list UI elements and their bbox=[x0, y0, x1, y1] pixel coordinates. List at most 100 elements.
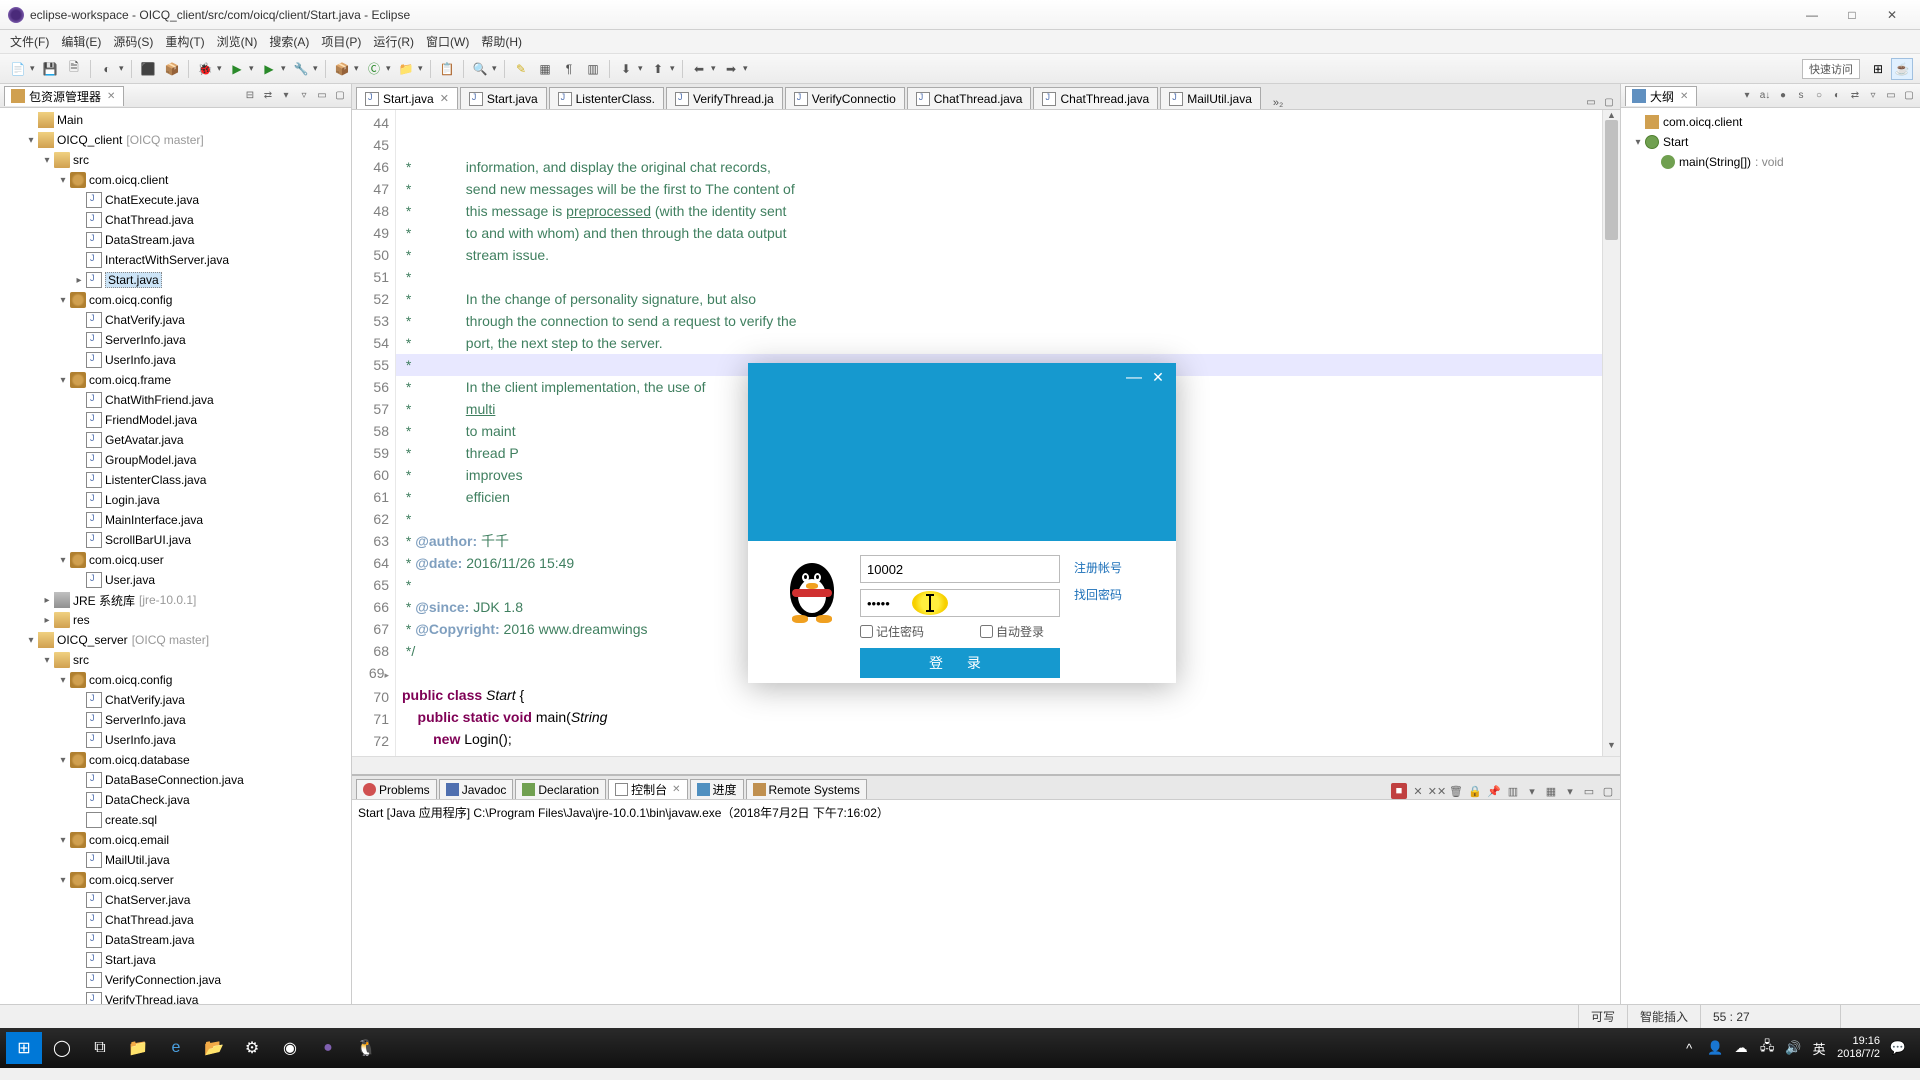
login-close-button[interactable]: ✕ bbox=[1148, 369, 1168, 386]
toggle-mark-icon[interactable]: ✎ bbox=[511, 59, 531, 79]
bottom-tab-Declaration[interactable]: Declaration bbox=[515, 779, 606, 799]
show-whitespace-icon[interactable]: ¶ bbox=[559, 59, 579, 79]
save-icon[interactable]: 💾 bbox=[40, 59, 60, 79]
tree-row[interactable]: ▾com.oicq.client bbox=[0, 170, 351, 190]
outline-focus-icon[interactable]: ▾ bbox=[1740, 89, 1754, 103]
terminate-icon[interactable]: ■ bbox=[1391, 783, 1407, 799]
tree-row[interactable]: Login.java bbox=[0, 490, 351, 510]
outline-maximize-icon[interactable]: ▢ bbox=[1902, 89, 1916, 103]
menu-search[interactable]: 搜索(A) bbox=[263, 31, 315, 52]
forgot-password-link[interactable]: 找回密码 bbox=[1074, 586, 1146, 603]
tree-row[interactable]: ▸res bbox=[0, 610, 351, 630]
tree-row[interactable]: GetAvatar.java bbox=[0, 430, 351, 450]
login-minimize-button[interactable]: — bbox=[1124, 369, 1144, 387]
settings-icon[interactable]: ⚙ bbox=[234, 1032, 270, 1064]
clear-console-icon[interactable]: 🗑 bbox=[1448, 783, 1464, 799]
tree-row[interactable]: ChatVerify.java bbox=[0, 690, 351, 710]
java-perspective-icon[interactable]: ☕ bbox=[1891, 58, 1913, 80]
start-button[interactable]: ⊞ bbox=[6, 1032, 42, 1064]
link-editor-icon[interactable]: ⇄ bbox=[261, 89, 275, 103]
tree-row[interactable]: ▸Start.java bbox=[0, 270, 351, 290]
tree-row[interactable]: User.java bbox=[0, 570, 351, 590]
outline-link-icon[interactable]: ⇄ bbox=[1848, 89, 1862, 103]
tree-row[interactable]: ChatServer.java bbox=[0, 890, 351, 910]
package-tree[interactable]: Main▾OICQ_client[OICQ master]▾src▾com.oi… bbox=[0, 108, 351, 1004]
tray-volume-icon[interactable]: 🔊 bbox=[1785, 1040, 1801, 1056]
tree-row[interactable]: ServerInfo.java bbox=[0, 330, 351, 350]
tree-row[interactable]: ChatVerify.java bbox=[0, 310, 351, 330]
outline-row[interactable]: com.oicq.client bbox=[1625, 112, 1916, 132]
tree-row[interactable]: DataCheck.java bbox=[0, 790, 351, 810]
outline-sort-icon[interactable]: a↓ bbox=[1758, 89, 1772, 103]
toggle-block-icon[interactable]: ▦ bbox=[535, 59, 555, 79]
new-class-icon[interactable]: Ⓒ bbox=[364, 59, 384, 79]
console-minimize-icon[interactable]: ▭ bbox=[1581, 783, 1597, 799]
editor-vscrollbar[interactable]: ▲ ▼ bbox=[1602, 110, 1620, 756]
tree-row[interactable]: ▾com.oicq.config bbox=[0, 670, 351, 690]
collapse-all-icon[interactable]: ⊟ bbox=[243, 89, 257, 103]
show-selected-icon[interactable]: ▥ bbox=[583, 59, 603, 79]
chrome-icon[interactable]: ◉ bbox=[272, 1032, 308, 1064]
tree-row[interactable]: DataStream.java bbox=[0, 930, 351, 950]
login-username-input[interactable] bbox=[860, 555, 1060, 583]
run-icon[interactable]: ▶ bbox=[227, 59, 247, 79]
outline-hide-static-icon[interactable]: s bbox=[1794, 89, 1808, 103]
coverage-icon[interactable]: ▶ bbox=[259, 59, 279, 79]
tree-row[interactable]: ▾src bbox=[0, 650, 351, 670]
new-icon[interactable]: 📄 bbox=[8, 59, 28, 79]
bottom-tab-控制台[interactable]: 控制台✕ bbox=[608, 779, 687, 799]
tree-row[interactable]: ▾com.oicq.frame bbox=[0, 370, 351, 390]
next-annotation-icon[interactable]: ⬇ bbox=[616, 59, 636, 79]
cortana-icon[interactable]: ◯ bbox=[44, 1032, 80, 1064]
tree-row[interactable]: ▾OICQ_client[OICQ master] bbox=[0, 130, 351, 150]
menu-navigate[interactable]: 浏览(N) bbox=[211, 31, 264, 52]
tree-row[interactable]: DataBaseConnection.java bbox=[0, 770, 351, 790]
editor-maximize-icon[interactable]: ▢ bbox=[1602, 95, 1616, 109]
tree-row[interactable]: ▾com.oicq.user bbox=[0, 550, 351, 570]
tree-row[interactable]: FriendModel.java bbox=[0, 410, 351, 430]
open-type-icon[interactable]: 📋 bbox=[437, 59, 457, 79]
outline-close-icon[interactable]: ✕ bbox=[1680, 91, 1690, 102]
tree-row[interactable]: VerifyThread.java bbox=[0, 990, 351, 1004]
external-tools-icon[interactable]: 🔧 bbox=[291, 59, 311, 79]
tree-row[interactable]: ChatExecute.java bbox=[0, 190, 351, 210]
outline-hide-nonpublic-icon[interactable]: ○ bbox=[1812, 89, 1826, 103]
tray-onedrive-icon[interactable]: ☁ bbox=[1733, 1040, 1749, 1056]
tree-row[interactable]: create.sql bbox=[0, 810, 351, 830]
quick-access-input[interactable]: 快速访问 bbox=[1802, 59, 1860, 79]
save-all-icon[interactable]: 🗎 bbox=[64, 59, 84, 79]
outline-hide-fields-icon[interactable]: ● bbox=[1776, 89, 1790, 103]
tree-row[interactable]: ▾OICQ_server[OICQ master] bbox=[0, 630, 351, 650]
eclipse-task-icon[interactable]: ● bbox=[310, 1032, 346, 1064]
outline-tree[interactable]: com.oicq.client▾Startmain(String[]): voi… bbox=[1621, 108, 1920, 176]
view-menu-icon[interactable]: ▿ bbox=[297, 89, 311, 103]
editor-tab[interactable]: Start.java bbox=[460, 87, 547, 109]
package-explorer-tab[interactable]: 包资源管理器 ✕ bbox=[4, 86, 124, 106]
outline-minimize-icon[interactable]: ▭ bbox=[1884, 89, 1898, 103]
switch-icon[interactable]: ◐ bbox=[97, 59, 117, 79]
new-folder-icon[interactable]: 📁 bbox=[396, 59, 416, 79]
editor-tab[interactable]: VerifyConnectio bbox=[785, 87, 905, 109]
outline-row[interactable]: main(String[]): void bbox=[1625, 152, 1916, 172]
tray-clock[interactable]: 19:16 2018/7/2 bbox=[1837, 1035, 1880, 1061]
new-project-icon[interactable]: 📦 bbox=[162, 59, 182, 79]
remember-password-checkbox[interactable]: 记住密码 bbox=[860, 623, 924, 640]
focus-icon[interactable]: ▾ bbox=[279, 89, 293, 103]
menu-window[interactable]: 窗口(W) bbox=[420, 31, 475, 52]
menu-help[interactable]: 帮助(H) bbox=[475, 31, 528, 52]
tree-row[interactable]: ScrollBarUI.java bbox=[0, 530, 351, 550]
window-close-button[interactable]: ✕ bbox=[1872, 4, 1912, 26]
tree-row[interactable]: ▸JRE 系统库[jre-10.0.1] bbox=[0, 590, 351, 610]
prev-annotation-icon[interactable]: ⬆ bbox=[648, 59, 668, 79]
tree-row[interactable]: Start.java bbox=[0, 950, 351, 970]
bottom-tab-Javadoc[interactable]: Javadoc bbox=[439, 779, 514, 799]
bottom-tab-进度[interactable]: 进度 bbox=[690, 779, 744, 799]
editor-tab[interactable]: MailUtil.java bbox=[1160, 87, 1261, 109]
editor-minimize-icon[interactable]: ▭ bbox=[1584, 95, 1598, 109]
menu-refactor[interactable]: 重构(T) bbox=[159, 31, 210, 52]
tree-row[interactable]: ▾com.oicq.config bbox=[0, 290, 351, 310]
forward-icon[interactable]: ➡ bbox=[721, 59, 741, 79]
console-maximize-icon[interactable]: ▢ bbox=[1600, 783, 1616, 799]
bottom-tab-Problems[interactable]: Problems bbox=[356, 779, 437, 799]
minimize-view-icon[interactable]: ▭ bbox=[315, 89, 329, 103]
